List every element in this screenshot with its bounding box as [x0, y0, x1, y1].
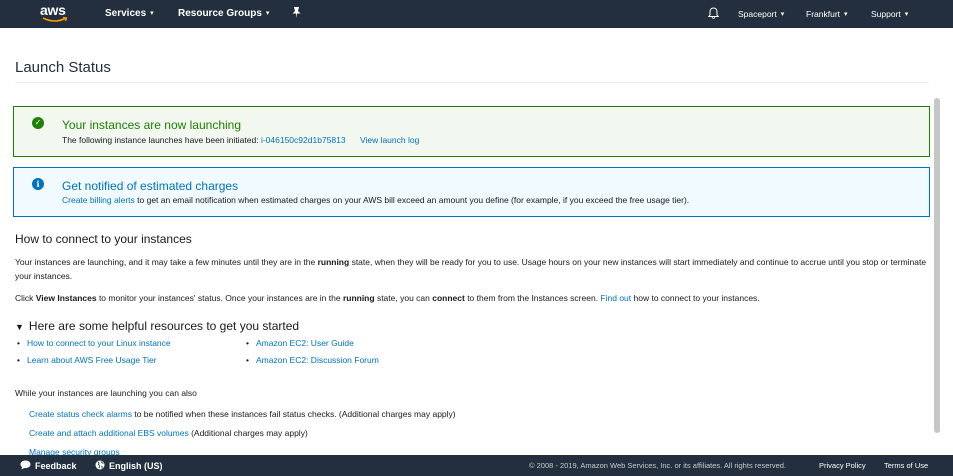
chevron-down-icon: ▾ — [844, 11, 848, 18]
feedback-label: Feedback — [35, 461, 77, 471]
copyright-text: © 2008 - 2019, Amazon Web Services, Inc.… — [529, 461, 787, 470]
text: to monitor your instances' status. Once … — [96, 293, 343, 303]
ebs-volume-row: Create and attach additional EBS volumes… — [29, 426, 919, 440]
bold-text: View Instances — [35, 293, 97, 303]
vertical-scrollbar[interactable] — [934, 98, 940, 433]
list-item: Amazon EC2: User Guide — [246, 336, 379, 353]
bold-text: connect — [432, 293, 465, 303]
terms-of-use-link[interactable]: Terms of Use — [884, 461, 928, 470]
find-out-link[interactable]: Find out — [600, 293, 631, 303]
language-label: English (US) — [109, 461, 163, 471]
text: state, you can — [374, 293, 433, 303]
connect-heading: How to connect to your instances — [15, 232, 192, 246]
text: (Additional charges may apply) — [188, 428, 308, 438]
resources-heading-text: Here are some helpful resources to get y… — [28, 319, 300, 333]
speech-bubble-icon — [20, 460, 31, 470]
privacy-policy-link[interactable]: Privacy Policy — [819, 461, 866, 470]
create-billing-alerts-link[interactable]: Create billing alerts — [62, 195, 135, 205]
text: Click — [15, 293, 36, 303]
services-label: Services — [105, 8, 147, 19]
chevron-down-icon: ▾ — [904, 11, 909, 18]
chevron-down-icon: ▾ — [150, 10, 154, 17]
footer-bar: Feedback English (US) © 2008 - 2019, Ama… — [0, 455, 953, 476]
linux-connect-link[interactable]: How to connect to your Linux instance — [27, 338, 171, 348]
text: to be notified when these instances fail… — [131, 409, 456, 419]
connect-paragraph-2: Click View Instances to monitor your ins… — [15, 291, 930, 305]
success-alert-text: The following instance launches have bee… — [62, 135, 259, 145]
region-menu[interactable]: Frankfurt ▾ — [806, 9, 848, 19]
info-alert-body: Create billing alerts to get an email no… — [62, 195, 689, 205]
list-item: Learn about AWS Free Usage Tier — [17, 353, 171, 370]
feedback-button[interactable]: Feedback — [20, 460, 77, 471]
text: how to connect to your instances. — [631, 293, 760, 303]
info-alert-text: to get an email notification when estima… — [137, 195, 690, 205]
support-menu[interactable]: Support ▾ — [871, 9, 908, 19]
create-status-check-alarms-link[interactable]: Create status check alarms — [29, 409, 132, 419]
aws-logo-text: aws — [40, 2, 66, 18]
resources-heading[interactable]: ▼ Here are some helpful resources to get … — [15, 319, 299, 333]
status-alarm-row: Create status check alarms to be notifie… — [29, 407, 919, 421]
text: Your instances are launching, and it may… — [15, 257, 318, 267]
list-item: How to connect to your Linux instance — [17, 336, 171, 353]
list-item: Amazon EC2: Discussion Forum — [246, 353, 379, 370]
while-launching-heading: While your instances are launching you c… — [15, 388, 197, 398]
security-groups-row: Manage security groups — [29, 445, 919, 455]
title-divider — [15, 82, 929, 83]
ec2-forum-link[interactable]: Amazon EC2: Discussion Forum — [256, 355, 379, 365]
pin-icon[interactable] — [292, 7, 301, 21]
bold-text: running — [317, 257, 350, 267]
page-title: Launch Status — [15, 59, 111, 76]
region-label: Frankfurt — [806, 9, 841, 19]
account-label: Spaceport — [738, 9, 777, 19]
aws-logo[interactable]: aws — [40, 2, 70, 26]
resource-groups-menu[interactable]: Resource Groups ▾ — [178, 8, 269, 19]
ec2-user-guide-link[interactable]: Amazon EC2: User Guide — [256, 338, 354, 348]
free-tier-link[interactable]: Learn about AWS Free Usage Tier — [27, 355, 157, 365]
text: to them from the Instances screen. — [464, 293, 601, 303]
view-launch-log-link[interactable]: View launch log — [360, 135, 419, 145]
create-ebs-volumes-link[interactable]: Create and attach additional EBS volumes — [29, 428, 189, 438]
account-menu[interactable]: Spaceport ▾ — [738, 9, 784, 19]
aws-smile-icon — [42, 17, 68, 22]
caret-down-icon: ▼ — [15, 322, 24, 332]
success-alert: ✓ Your instances are now launching The f… — [13, 106, 930, 157]
resources-list-right: Amazon EC2: User Guide Amazon EC2: Discu… — [246, 336, 379, 370]
info-alert: i Get notified of estimated charges Crea… — [13, 167, 930, 217]
resource-groups-label: Resource Groups — [178, 8, 262, 19]
resources-list-left: How to connect to your Linux instance Le… — [17, 336, 171, 370]
globe-icon — [95, 460, 105, 470]
instance-id-link[interactable]: i-046150c92d1b75813 — [261, 135, 346, 145]
main-content: Launch Status ✓ Your instances are now l… — [0, 28, 943, 455]
success-alert-title: Your instances are now launching — [62, 118, 242, 132]
success-alert-body: The following instance launches have bee… — [62, 135, 419, 145]
support-label: Support — [871, 9, 901, 19]
chevron-down-icon: ▾ — [265, 10, 270, 17]
connect-paragraph-1: Your instances are launching, and it may… — [15, 255, 930, 283]
chevron-down-icon: ▾ — [780, 11, 785, 18]
bold-text: running — [342, 293, 375, 303]
services-menu[interactable]: Services ▾ — [105, 8, 154, 19]
manage-security-groups-link[interactable]: Manage security groups — [29, 447, 120, 455]
info-alert-title: Get notified of estimated charges — [62, 179, 239, 193]
top-navigation-bar: aws Services ▾ Resource Groups ▾ Spaceport… — [0, 0, 953, 28]
language-selector[interactable]: English (US) — [95, 460, 163, 471]
check-circle-icon: ✓ — [32, 117, 44, 129]
info-circle-icon: i — [32, 178, 44, 190]
bell-icon[interactable] — [707, 7, 720, 21]
